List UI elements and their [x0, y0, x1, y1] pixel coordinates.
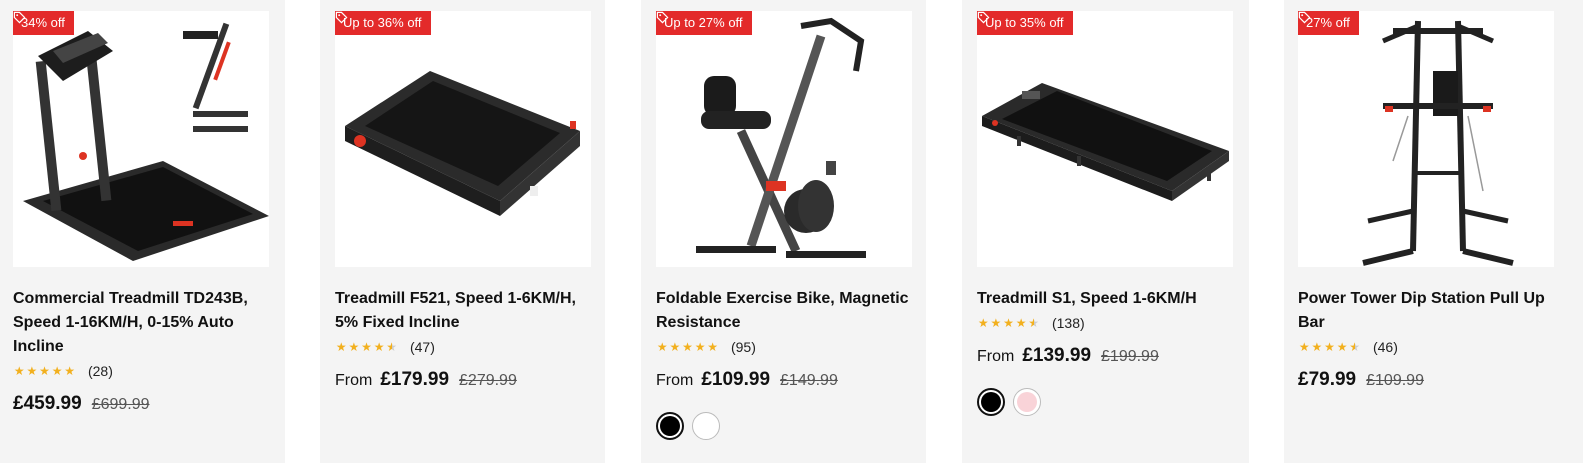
star-rating-icon: ★ ★ ★ ★ ★ — [335, 340, 398, 354]
current-price: £79.99 — [1298, 369, 1357, 390]
rating: ★ ★ ★ ★ ★ (95) — [656, 339, 756, 355]
review-count: (47) — [409, 339, 435, 355]
product-image[interactable]: Up to 27% off — [656, 11, 912, 267]
product-title[interactable]: Power Tower Dip Station Pull Up Bar — [1298, 287, 1568, 335]
rating: ★ ★ ★ ★ ★ (46) — [1298, 339, 1398, 355]
swatch-pink[interactable] — [1013, 388, 1041, 416]
discount-badge: Up to 27% off — [656, 11, 752, 35]
tag-icon — [656, 11, 669, 24]
treadmill-illustration — [23, 22, 269, 261]
current-price: £109.99 — [701, 369, 771, 390]
tag-icon — [13, 11, 26, 24]
price-row: £459.99 £699.99 — [13, 393, 150, 415]
swatch-black[interactable] — [656, 412, 684, 440]
current-price: £179.99 — [380, 369, 450, 390]
product-title[interactable]: Foldable Exercise Bike, Magnetic Resista… — [656, 287, 918, 335]
product-image[interactable]: Up to 36% off — [335, 11, 591, 267]
product-card[interactable]: Up to 35% off Treadmill S1, Speed 1-6KM/… — [962, 0, 1249, 463]
power-tower-illustration — [1362, 20, 1514, 266]
product-card[interactable]: 27% off Power Tower Dip Station Pull Up … — [1284, 0, 1583, 463]
review-count: (28) — [87, 363, 113, 379]
product-image[interactable]: 34% off — [13, 11, 269, 267]
review-count: (46) — [1372, 339, 1398, 355]
original-price: £149.99 — [780, 372, 838, 389]
badge-label: Up to 36% off — [343, 15, 422, 30]
swatch-black[interactable] — [977, 388, 1005, 416]
badge-label: 34% off — [21, 15, 65, 30]
star-rating-icon: ★ ★ ★ ★ ★ — [977, 316, 1040, 330]
price-row: £79.99 £109.99 — [1298, 369, 1424, 391]
rating: ★ ★ ★ ★ ★ (28) — [13, 363, 113, 379]
original-price: £199.99 — [1101, 348, 1159, 365]
from-label: From — [656, 372, 694, 389]
product-title[interactable]: Commercial Treadmill TD243B, Speed 1-16K… — [13, 287, 275, 359]
product-card[interactable]: Up to 36% off Treadmill F521, Speed 1-6K… — [320, 0, 605, 463]
star-rating-icon: ★ ★ ★ ★ ★ — [13, 364, 76, 378]
current-price: £459.99 — [13, 393, 82, 414]
review-count: (95) — [730, 339, 756, 355]
product-image[interactable]: 27% off — [1298, 11, 1554, 267]
color-swatches — [977, 388, 1041, 416]
product-card[interactable]: 34% off Commercial Treadmill TD243B, Spe… — [0, 0, 285, 463]
product-card[interactable]: Up to 27% off Foldable Exercise Bike, Ma… — [641, 0, 926, 463]
price-row: From £139.99 £199.99 — [977, 345, 1159, 367]
badge-label: Up to 27% off — [664, 15, 743, 30]
price-row: From £109.99 £149.99 — [656, 369, 838, 391]
product-title[interactable]: Treadmill S1, Speed 1-6KM/H — [977, 287, 1239, 311]
from-label: From — [335, 372, 373, 389]
star-rating-icon: ★ ★ ★ ★ ★ — [656, 340, 719, 354]
discount-badge: Up to 36% off — [335, 11, 431, 35]
current-price: £139.99 — [1022, 345, 1092, 366]
rating: ★ ★ ★ ★ ★ (138) — [977, 315, 1085, 331]
tag-icon — [977, 11, 990, 24]
walking-pad-illustration — [345, 71, 580, 216]
original-price: £109.99 — [1366, 372, 1424, 389]
price-row: From £179.99 £279.99 — [335, 369, 517, 391]
star-rating-icon: ★ ★ ★ ★ ★ — [1298, 340, 1361, 354]
exercise-bike-illustration — [696, 17, 866, 258]
original-price: £279.99 — [459, 372, 517, 389]
badge-label: 27% off — [1306, 15, 1350, 30]
badge-label: Up to 35% off — [985, 15, 1064, 30]
product-image[interactable]: Up to 35% off — [977, 11, 1233, 267]
from-label: From — [977, 348, 1015, 365]
rating: ★ ★ ★ ★ ★ (47) — [335, 339, 435, 355]
discount-badge: 34% off — [13, 11, 74, 35]
swatch-white[interactable] — [692, 412, 720, 440]
product-title[interactable]: Treadmill F521, Speed 1-6KM/H, 5% Fixed … — [335, 287, 597, 335]
discount-badge: Up to 35% off — [977, 11, 1073, 35]
tag-icon — [335, 11, 348, 24]
tag-icon — [1298, 11, 1311, 24]
color-swatches — [656, 412, 720, 440]
original-price: £699.99 — [91, 396, 150, 413]
walking-pad-illustration — [982, 83, 1229, 201]
review-count: (138) — [1051, 315, 1085, 331]
discount-badge: 27% off — [1298, 11, 1359, 35]
